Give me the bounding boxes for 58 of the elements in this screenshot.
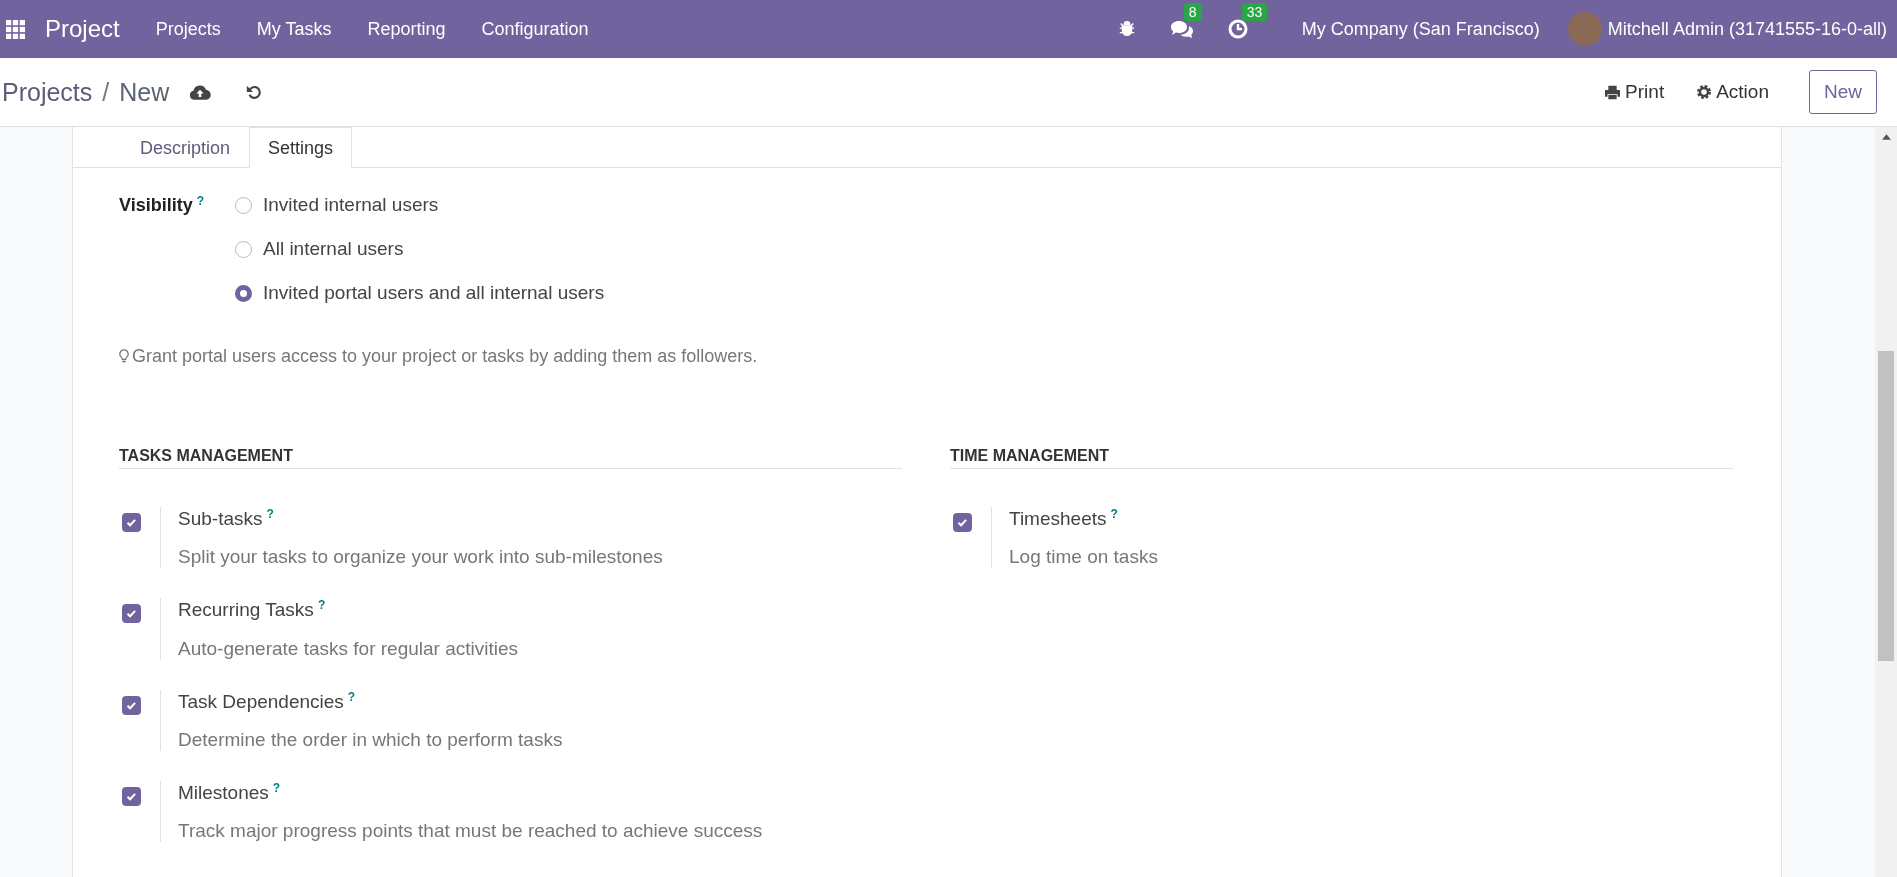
help-tooltip[interactable]: ? — [347, 689, 356, 704]
printer-icon — [1604, 84, 1622, 100]
chat-icon[interactable] — [1169, 19, 1194, 39]
new-button[interactable]: New — [1809, 70, 1877, 114]
help-tooltip[interactable]: ? — [317, 598, 326, 613]
menu-item[interactable]: Reporting — [367, 18, 446, 40]
lightbulb-icon — [119, 349, 129, 364]
company-switcher[interactable]: My Company (San Francisco) — [1301, 18, 1540, 40]
radio-label[interactable]: Invited portal users and all internal users — [263, 282, 605, 304]
checkbox[interactable] — [122, 787, 141, 806]
help-tooltip[interactable]: ? — [1110, 507, 1118, 521]
apps-menu-icon[interactable] — [6, 19, 25, 39]
setting-label[interactable]: Sub-tasks — [178, 508, 263, 530]
setting-description: Track major progress points that must be reached to achieve success — [178, 820, 763, 843]
help-tooltip[interactable]: ? — [266, 507, 274, 521]
breadcrumb-link[interactable]: Projects — [2, 77, 93, 107]
checkbox[interactable] — [122, 695, 141, 715]
section-heading: TIME MANAGEMENT — [950, 447, 1733, 469]
activity-count-badge: 33 — [1241, 3, 1268, 21]
print-button[interactable]: Print — [1600, 77, 1669, 107]
gear-icon — [1696, 84, 1713, 100]
checkbox[interactable] — [953, 513, 972, 532]
help-tooltip[interactable]: ? — [272, 781, 281, 795]
scroll-up-icon[interactable] — [1881, 134, 1891, 140]
setting-label[interactable]: Timesheets — [1009, 508, 1107, 530]
setting-description: Determine the order in which to perform tasks — [178, 729, 563, 751]
setting-label[interactable]: Milestones — [178, 782, 269, 804]
setting-label[interactable]: Task Dependencies — [178, 691, 344, 712]
breadcrumb-current: New — [119, 77, 170, 107]
breadcrumb-separator: / — [102, 77, 110, 107]
user-menu[interactable]: Mitchell Admin (31741555-16-0-all) — [1607, 18, 1887, 40]
menu-item[interactable]: Configuration — [481, 18, 589, 40]
radio-label[interactable]: Invited internal users — [263, 194, 439, 216]
checkbox[interactable] — [122, 604, 141, 624]
field-label: Visibility — [119, 195, 193, 216]
action-button[interactable]: Action — [1692, 77, 1773, 107]
tab[interactable]: Settings — [249, 127, 353, 168]
checkbox[interactable] — [122, 513, 141, 532]
setting-description: Log time on tasks — [1009, 546, 1158, 569]
clock-icon[interactable] — [1227, 19, 1248, 39]
cloud-upload-icon[interactable] — [189, 83, 212, 101]
setting-description: Auto-generate tasks for regular activities — [178, 637, 519, 660]
help-tooltip[interactable]: ? — [196, 194, 205, 208]
message-count-badge: 8 — [1183, 3, 1202, 21]
setting-description: Split your tasks to organize your work into sub-milestones — [178, 546, 663, 569]
bug-icon[interactable] — [1117, 20, 1136, 38]
scrollbar-thumb[interactable] — [1878, 351, 1894, 661]
menu-item[interactable]: My Tasks — [256, 18, 332, 40]
app-name[interactable]: Project — [45, 15, 120, 43]
menu-item[interactable]: Projects — [155, 18, 221, 40]
hint-text: Grant portal users access to your project or tasks by adding them as followers. — [132, 346, 758, 367]
undo-icon[interactable] — [245, 83, 264, 101]
radio-label[interactable]: All internal users — [263, 238, 404, 260]
section-heading: TASKS MANAGEMENT — [119, 447, 902, 469]
tab[interactable]: Description — [121, 127, 250, 168]
radio-button[interactable] — [235, 284, 252, 302]
scrollbar[interactable] — [1875, 127, 1897, 877]
setting-label[interactable]: Recurring Tasks — [178, 599, 314, 621]
